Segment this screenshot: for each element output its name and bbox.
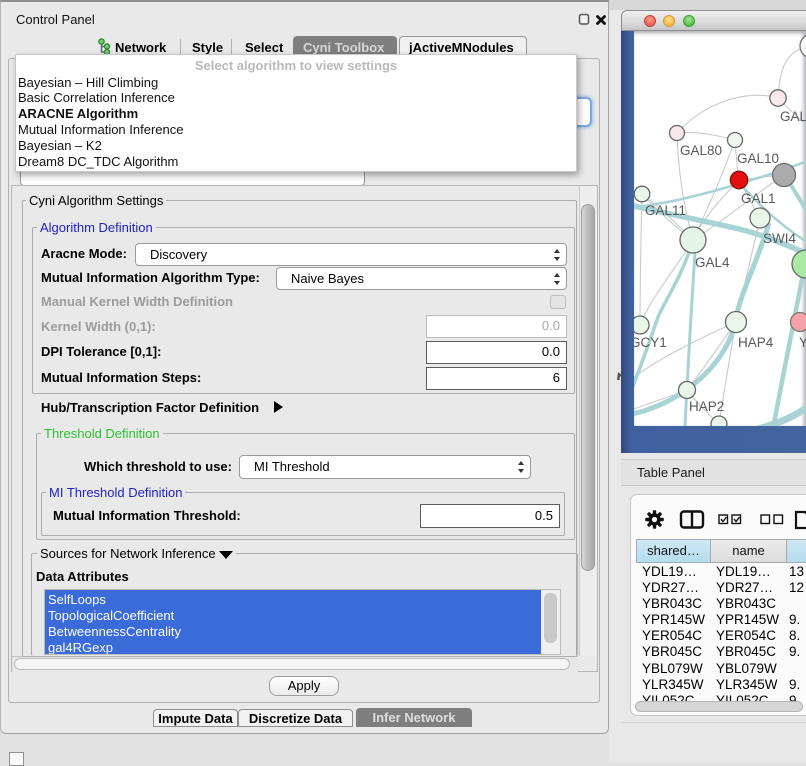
svg-text:GAL10: GAL10 bbox=[737, 151, 779, 166]
svg-text:HAP2: HAP2 bbox=[689, 399, 724, 414]
svg-text:SWI4: SWI4 bbox=[763, 231, 796, 246]
svg-text:GAL4: GAL4 bbox=[695, 255, 730, 270]
svg-text:HAP4: HAP4 bbox=[738, 335, 774, 350]
svg-text:Y: Y bbox=[799, 335, 806, 350]
svg-text:GCY1: GCY1 bbox=[634, 335, 667, 350]
svg-text:GAL: GAL bbox=[780, 109, 806, 124]
svg-text:GAL1: GAL1 bbox=[741, 191, 776, 206]
svg-text:GAL11: GAL11 bbox=[645, 203, 686, 218]
svg-text:GAL80: GAL80 bbox=[680, 143, 722, 158]
